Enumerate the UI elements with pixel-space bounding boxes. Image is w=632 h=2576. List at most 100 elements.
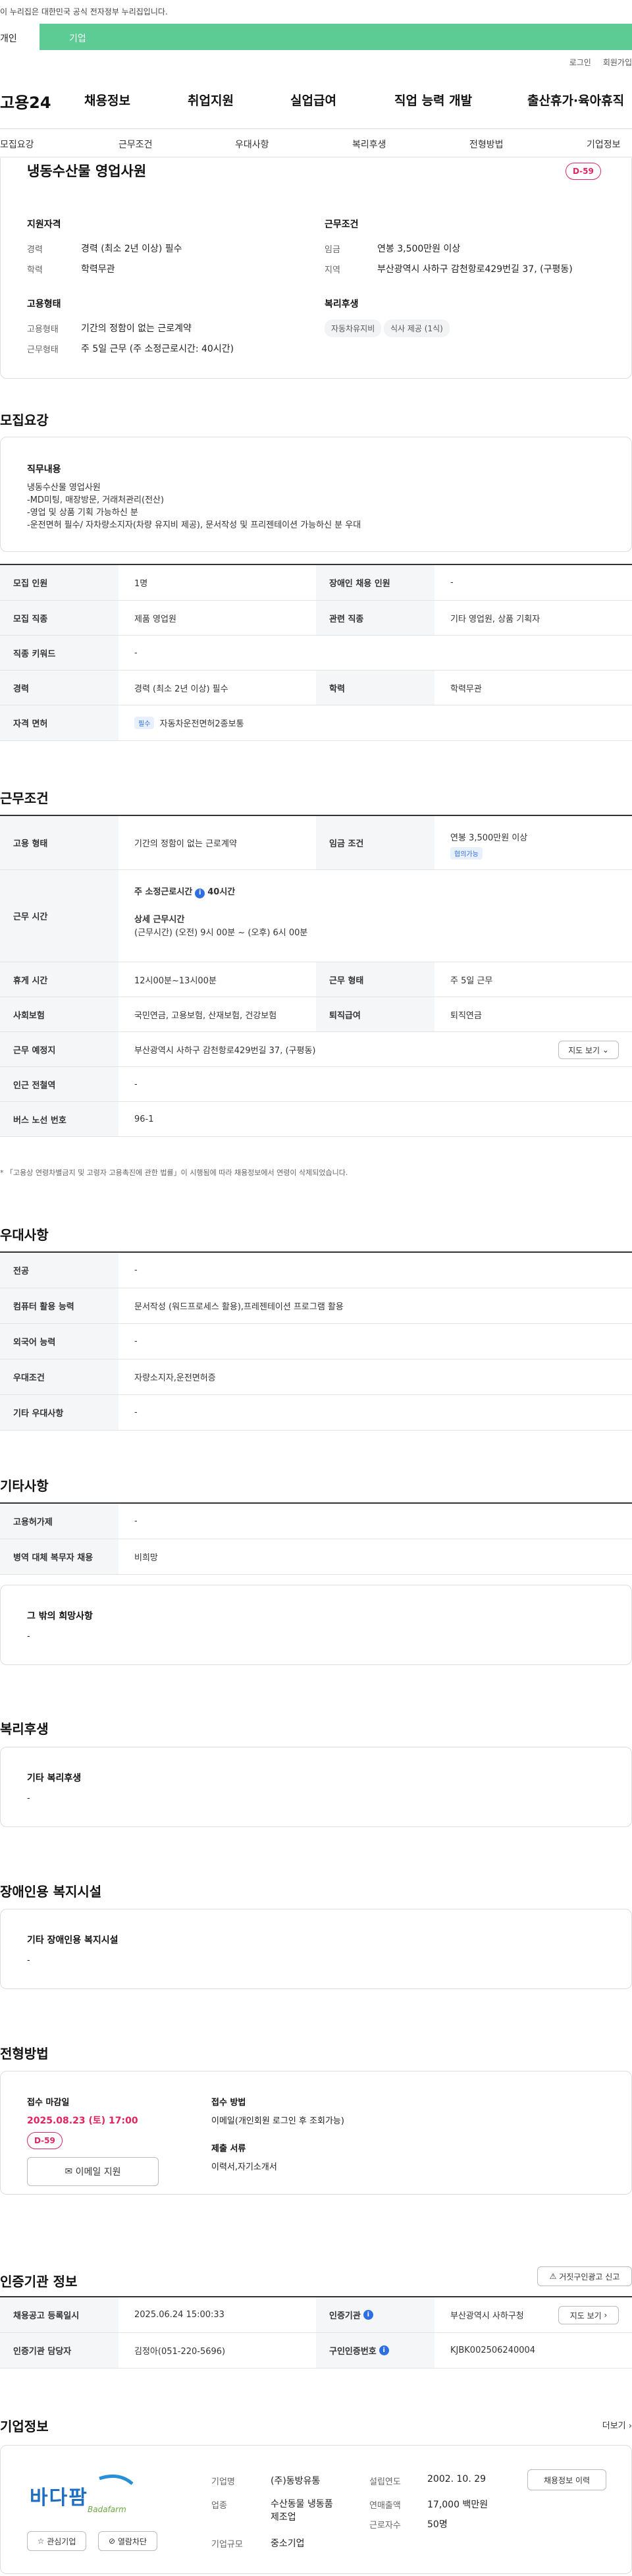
industry-value: 수산동물 냉동품 제조업	[271, 2499, 333, 2523]
table-header-cell: 퇴직급여	[316, 997, 434, 1031]
subnav-welfare[interactable]: 복리후생	[352, 138, 386, 151]
docs-value: 이력서,자기소개서	[211, 2162, 277, 2172]
wage-value: 연봉 3,500만원 이상	[377, 244, 461, 254]
qual-heading: 지원자격	[27, 219, 61, 230]
subnav-recruit[interactable]: 모집요강	[0, 138, 34, 151]
disab-heading: 장애인용 복지시설	[0, 1884, 102, 1900]
table-row: 컴퓨터 활용 능력 문서작성 (워드프로세스 활용),프레젠테이션 프로그램 활용	[0, 1288, 632, 1324]
table-header-cell: 기타 우대사항	[0, 1395, 118, 1430]
employees-label: 근로자수	[369, 2521, 401, 2531]
table-header-cell: 경력	[0, 671, 118, 705]
table-header-cell: 학력	[316, 671, 434, 705]
company-more-link[interactable]: 더보기 ›	[602, 2419, 632, 2431]
table-cell: 2025.06.24 15:00:33	[134, 2310, 224, 2320]
disab-card-heading: 기타 장애인용 복지시설	[27, 1935, 118, 1946]
disab-card-value: -	[27, 1956, 30, 1965]
deadline-label: 접수 마감일	[27, 2098, 70, 2108]
table-row: 전공 -	[0, 1253, 632, 1288]
table-header-cell: 인증기관 담당자	[0, 2333, 118, 2368]
other-wish-card: 그 밖의 희망사항 -	[0, 1585, 632, 1665]
table-row: 인근 전철역 -	[0, 1067, 632, 1102]
table-cell: 연봉 3,500만원 이상 협의가능	[450, 833, 528, 860]
tab-personal[interactable]: 개인	[0, 24, 40, 50]
career-value: 경력 (최소 2년 이상) 필수	[81, 244, 182, 254]
gnb-support[interactable]: 취업지원	[188, 91, 234, 109]
table-row: 채용공고 등록일시 2025.06.24 15:00:33 인증기관 i 부산광역시…	[0, 2297, 632, 2333]
info-icon[interactable]: i	[195, 888, 205, 898]
table-row: 자격 면허 필수 자동차운전면허2종보통	[0, 705, 632, 741]
gov-banner: 이 누리집은 대한민국 공식 전자정부 누리집입니다.	[0, 0, 632, 24]
map-button[interactable]: 지도 보기 ⌄	[558, 1041, 619, 1059]
table-header-cell: 근무 예정지	[0, 1032, 118, 1066]
table-header-cell: 직종 키워드	[0, 636, 118, 670]
gnb-jobs[interactable]: 채용정보	[84, 91, 130, 109]
company-logo: 바다팜 Badafarm	[27, 2472, 159, 2518]
emp-heading: 고용형태	[27, 299, 61, 310]
table-header-cell: 버스 노선 번호	[0, 1102, 118, 1136]
table-row: 고용허가제 -	[0, 1504, 632, 1539]
etc-heading: 기타사항	[0, 1478, 49, 1494]
table-cell: 부산광역시 사하구청	[450, 2311, 524, 2321]
table-cell: 국민연금, 고용보험, 산재보험, 건강보험	[134, 1010, 277, 1021]
gnb-unemployment[interactable]: 실업급여	[290, 91, 336, 109]
worktype-value: 주 5일 근무 (주 소정근로시간: 40시간)	[81, 344, 234, 354]
favorite-button[interactable]: ☆ 관심기업	[27, 2531, 86, 2551]
subnav-company[interactable]: 기업정보	[587, 138, 621, 151]
company-name-label: 기업명	[211, 2477, 235, 2487]
gnb-training[interactable]: 직업 능력 개발	[394, 91, 472, 109]
gnb-leave[interactable]: 출산휴가·육아휴직	[527, 91, 624, 109]
etc-table: 고용허가제 - 병역 대체 복무자 채용 비희망	[0, 1502, 632, 1575]
table-header-cell: 고용허가제	[0, 1504, 118, 1539]
welfare-chip: 자동차유지비	[325, 319, 382, 337]
table-row: 사회보험 국민연금, 고용보험, 산재보험, 건강보험 퇴직급여 퇴직연금	[0, 997, 632, 1032]
table-header-cell: 채용공고 등록일시	[0, 2297, 118, 2332]
subnav-pref[interactable]: 우대사항	[235, 138, 269, 151]
table-cell: 필수 자동차운전면허2종보통	[134, 705, 244, 740]
table-header-cell: 관련 직종	[316, 601, 434, 635]
table-cell: -	[134, 647, 138, 658]
tab-company[interactable]: 기업	[40, 24, 632, 50]
report-ad-button[interactable]: ⚠ 거짓구인광고 신고	[537, 2266, 632, 2286]
size-label: 기업규모	[211, 2540, 243, 2550]
cert-map-button[interactable]: 지도 보기 ›	[558, 2306, 619, 2324]
method-value: 이메일(개인회원 로그인 후 조회가능)	[211, 2116, 344, 2126]
table-cell: 부산광역시 사하구 감천항로429번길 37, (구평동)	[134, 1045, 316, 1056]
table-header-cell: 사회보험	[0, 997, 118, 1031]
table-row: 직종 키워드 -	[0, 636, 632, 671]
wage-label: 임금	[325, 245, 340, 255]
table-cell: 퇴직연금	[450, 1010, 482, 1021]
company-name: (주)동방유통	[271, 2476, 321, 2486]
join-link[interactable]: 회원가입	[603, 57, 632, 68]
info-icon[interactable]: i	[363, 2310, 373, 2320]
company-heading: 기업정보	[0, 2419, 49, 2434]
block-icon: ⊘	[108, 2536, 116, 2546]
table-cell: -	[134, 1516, 138, 1526]
table-header-cell: 장애인 채용 인원	[316, 565, 434, 600]
block-button[interactable]: ⊘ 열람차단	[98, 2531, 157, 2551]
edu-value: 학력무관	[81, 264, 115, 275]
welfare-card-heading: 기타 복리후생	[27, 1773, 82, 1784]
area-value: 부산광역시 사하구 감천항로429번길 37, (구평동)	[377, 264, 573, 275]
table-cell: 학력무관	[450, 684, 482, 694]
info-icon[interactable]: i	[379, 2345, 389, 2355]
table-cell: 제품 영업원	[134, 614, 176, 624]
career-label: 경력	[27, 245, 43, 255]
table-header-cell: 모집 인원	[0, 565, 118, 600]
cert-heading: 인증기관 정보	[0, 2274, 78, 2289]
subnav-work[interactable]: 근무조건	[118, 138, 153, 151]
recruit-heading: 모집요강	[0, 412, 49, 428]
top-tabs: 개인 기업	[0, 24, 632, 50]
table-row: 외국어 능력 -	[0, 1324, 632, 1359]
other-wish-heading: 그 밖의 희망사항	[27, 1611, 93, 1622]
recruit-table: 모집 인원 1명 장애인 채용 인원 - 모집 직종 제품 영업원 관련 직종 기타 영…	[0, 564, 632, 741]
email-apply-button[interactable]: ✉ 이메일 지원	[27, 2157, 159, 2186]
history-button[interactable]: 채용정보 이력	[527, 2469, 606, 2490]
table-row: 고용 형태 기간의 정함이 없는 근로계약 임금 조건 연봉 3,500만원 이상…	[0, 816, 632, 870]
login-link[interactable]: 로그인	[569, 57, 591, 68]
selection-heading: 전형방법	[0, 2046, 49, 2062]
disab-card: 기타 장애인용 복지시설 -	[0, 1909, 632, 1989]
table-header-cell: 구인인증번호 i	[316, 2333, 434, 2368]
subnav-selection[interactable]: 전형방법	[469, 138, 504, 151]
table-cell: KJBK002506240004	[450, 2345, 536, 2355]
required-tag: 필수	[134, 717, 155, 729]
